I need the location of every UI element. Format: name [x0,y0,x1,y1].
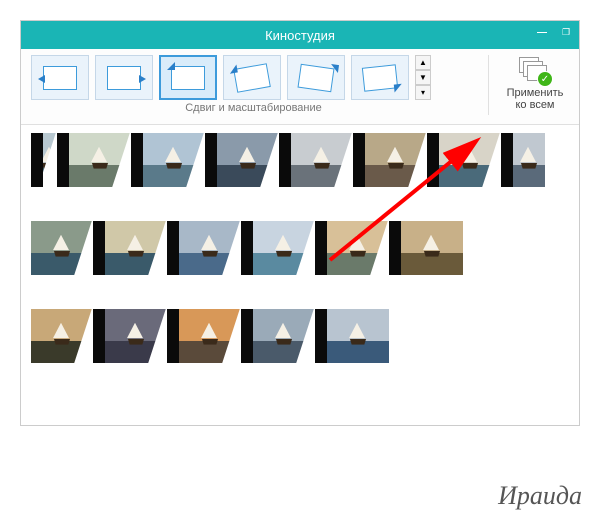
clip-black[interactable] [501,133,513,187]
maximize-button[interactable] [557,25,575,39]
watermark: Ираида [498,481,582,511]
timeline-clip[interactable] [513,133,545,187]
effect-rotate-left[interactable] [223,55,281,100]
gallery-more-button[interactable]: ▾ [415,85,431,100]
clip-black[interactable] [167,221,179,275]
timeline-clip[interactable] [327,221,389,275]
clip-black[interactable] [241,309,253,363]
clip-black[interactable] [353,133,365,187]
timeline-clip[interactable] [43,133,57,187]
clip-black[interactable] [93,221,105,275]
effect-pan-right[interactable] [95,55,153,100]
clip-black[interactable] [241,221,253,275]
clip-black[interactable] [279,133,291,187]
timeline-clip[interactable] [105,309,167,363]
window-title: Киностудия [265,28,335,43]
clip-black[interactable] [315,309,327,363]
clip-row [31,309,569,363]
clip-row [31,133,569,187]
ribbon-group-label: Сдвиг и масштабирование [31,102,476,114]
clip-black[interactable] [167,309,179,363]
clip-black[interactable] [93,309,105,363]
timeline-clip[interactable] [401,221,463,275]
clip-black[interactable] [57,133,69,187]
timeline-clip[interactable] [439,133,501,187]
clip-row [31,221,569,275]
timeline-clip[interactable] [291,133,353,187]
effect-tilt[interactable] [351,55,409,100]
timeline-clip[interactable] [253,309,315,363]
clip-black[interactable] [427,133,439,187]
timeline-clip[interactable] [365,133,427,187]
titlebar: Киностудия [21,21,579,49]
timeline-clip[interactable] [179,221,241,275]
clip-black[interactable] [315,221,327,275]
ribbon-divider [488,55,489,115]
timeline-clip[interactable] [179,309,241,363]
pan-zoom-gallery: ▲ ▼ ▾ [31,55,476,100]
apply-to-all-button[interactable]: ✓ Применить ко всем [501,55,569,113]
gallery-up-button[interactable]: ▲ [415,55,431,70]
clip-black[interactable] [31,133,43,187]
effect-zoom-in[interactable] [159,55,217,100]
timeline-clip[interactable] [143,133,205,187]
timeline-clip[interactable] [253,221,315,275]
minimize-button[interactable] [533,25,551,39]
timeline [21,125,579,425]
window-controls [533,25,575,39]
clip-black[interactable] [389,221,401,275]
check-icon: ✓ [537,71,553,87]
effect-pan-left[interactable] [31,55,89,100]
app-window: Киностудия [20,20,580,426]
timeline-clip[interactable] [217,133,279,187]
timeline-clip[interactable] [69,133,131,187]
timeline-clip[interactable] [105,221,167,275]
gallery-down-button[interactable]: ▼ [415,70,431,85]
timeline-clip[interactable] [31,221,93,275]
ribbon: ▲ ▼ ▾ Сдвиг и масштабирование ✓ Применит… [21,49,579,125]
apply-to-all-label: Применить ко всем [507,87,564,111]
effect-rotate-right[interactable] [287,55,345,100]
gallery-scroll: ▲ ▼ ▾ [415,55,431,100]
clip-black[interactable] [131,133,143,187]
timeline-clip[interactable] [327,309,389,363]
clip-black[interactable] [205,133,217,187]
timeline-clip[interactable] [31,309,93,363]
apply-to-all-icon: ✓ [519,57,551,85]
